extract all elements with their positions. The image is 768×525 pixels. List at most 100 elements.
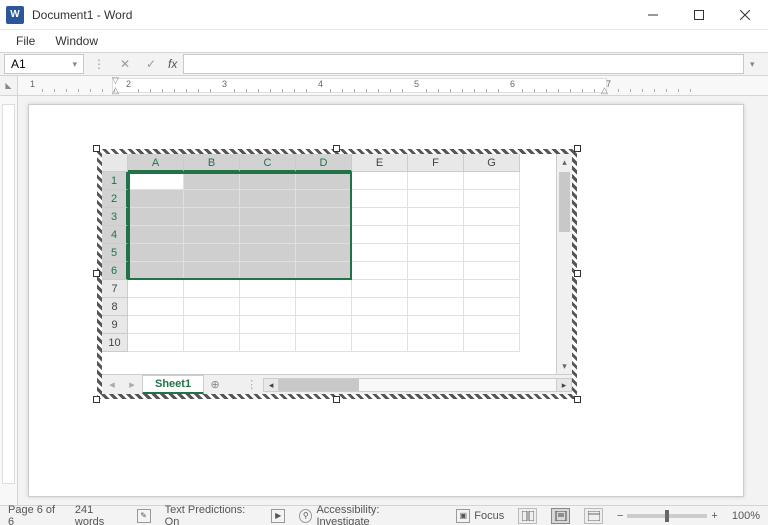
status-page[interactable]: Page 6 of 6 [8,504,61,525]
row-header[interactable]: 8 [102,298,128,316]
cell[interactable] [184,244,240,262]
cell[interactable] [184,190,240,208]
row-header[interactable]: 2 [102,190,128,208]
accept-formula-icon[interactable]: ✓ [140,54,162,74]
cell[interactable] [240,262,296,280]
menu-window[interactable]: Window [45,32,108,50]
cell[interactable] [128,280,184,298]
scroll-thumb[interactable] [559,172,570,232]
column-header[interactable]: G [464,154,520,172]
cell[interactable] [408,208,464,226]
cell[interactable] [128,316,184,334]
vertical-ruler[interactable] [0,96,18,505]
cell[interactable] [408,226,464,244]
cell[interactable] [352,280,408,298]
formula-input[interactable] [183,54,744,74]
spreadsheet-horizontal-scrollbar[interactable]: ⋮ ◂ ▸ [246,378,572,392]
cell[interactable] [464,226,520,244]
cell[interactable] [296,280,352,298]
cell[interactable] [184,226,240,244]
row-header[interactable]: 1 [102,172,128,190]
cell[interactable] [128,334,184,352]
scroll-down-icon[interactable]: ▾ [557,358,572,374]
cell[interactable] [464,262,520,280]
cell[interactable] [128,244,184,262]
status-accessibility[interactable]: ⚲Accessibility: Investigate [299,504,428,525]
cell[interactable] [408,334,464,352]
cell[interactable] [296,226,352,244]
resize-handle-s[interactable] [333,396,340,403]
minimize-button[interactable] [630,0,676,30]
spreadsheet-vertical-scrollbar[interactable]: ▴ ▾ [556,154,572,374]
resize-handle-e[interactable] [574,270,581,277]
cell[interactable] [240,334,296,352]
cell[interactable] [128,262,184,280]
cell[interactable] [240,298,296,316]
status-macro[interactable]: ▶ [271,509,285,523]
cell[interactable] [184,334,240,352]
cell[interactable] [352,226,408,244]
row-header[interactable]: 3 [102,208,128,226]
cell[interactable] [408,280,464,298]
scroll-up-icon[interactable]: ▴ [557,154,572,170]
cell[interactable] [240,244,296,262]
zoom-percent[interactable]: 100% [732,510,760,522]
cell[interactable] [296,298,352,316]
cell[interactable] [352,208,408,226]
cell[interactable] [240,172,296,190]
fx-label[interactable]: fx [168,57,177,71]
cell[interactable] [296,208,352,226]
status-text-predictions[interactable]: Text Predictions: On [165,504,258,525]
column-header[interactable]: B [184,154,240,172]
cell[interactable] [464,244,520,262]
row-header[interactable]: 6 [102,262,128,280]
zoom-in-button[interactable]: + [711,510,717,522]
cell[interactable] [296,262,352,280]
tab-nav-prev-icon[interactable]: ◂ [102,378,122,391]
select-all-corner[interactable] [102,154,128,172]
cell[interactable] [352,172,408,190]
cell[interactable] [352,298,408,316]
row-header[interactable]: 7 [102,280,128,298]
cell[interactable] [128,298,184,316]
cell[interactable] [240,226,296,244]
cell[interactable] [352,334,408,352]
column-header[interactable]: F [408,154,464,172]
cell[interactable] [184,316,240,334]
status-spellcheck[interactable]: ✎ [137,509,151,523]
cell[interactable] [464,298,520,316]
cell[interactable] [240,280,296,298]
formula-expand-icon[interactable]: ▾ [750,59,764,70]
embedded-spreadsheet-object[interactable]: ABCDEFG12345678910 ▴ ▾ ◂ ▸ Sheet1 ⊕ [97,149,577,399]
resize-handle-se[interactable] [574,396,581,403]
zoom-control[interactable]: − + [617,510,718,522]
cell[interactable] [240,208,296,226]
cell[interactable] [128,190,184,208]
resize-handle-nw[interactable] [93,145,100,152]
cell[interactable] [464,334,520,352]
print-layout-button[interactable] [551,508,570,524]
cell[interactable] [352,316,408,334]
cell[interactable] [128,208,184,226]
cell[interactable] [296,190,352,208]
cell[interactable] [408,316,464,334]
column-header[interactable]: E [352,154,408,172]
cell[interactable] [408,244,464,262]
document-page[interactable]: ABCDEFG12345678910 ▴ ▾ ◂ ▸ Sheet1 ⊕ [28,104,744,497]
row-header[interactable]: 4 [102,226,128,244]
hscroll-thumb[interactable] [279,379,359,391]
chevron-down-icon[interactable]: ▾ [72,59,77,70]
cell[interactable] [184,208,240,226]
row-header[interactable]: 10 [102,334,128,352]
tab-nav-next-icon[interactable]: ▸ [122,378,142,391]
cell[interactable] [464,208,520,226]
cell[interactable] [184,172,240,190]
cell[interactable] [464,280,520,298]
resize-handle-n[interactable] [333,145,340,152]
menu-file[interactable]: File [6,32,45,50]
cell[interactable] [296,316,352,334]
column-header[interactable]: C [240,154,296,172]
cancel-formula-icon[interactable]: ✕ [114,54,136,74]
cell[interactable] [352,262,408,280]
column-header[interactable]: D [296,154,352,172]
